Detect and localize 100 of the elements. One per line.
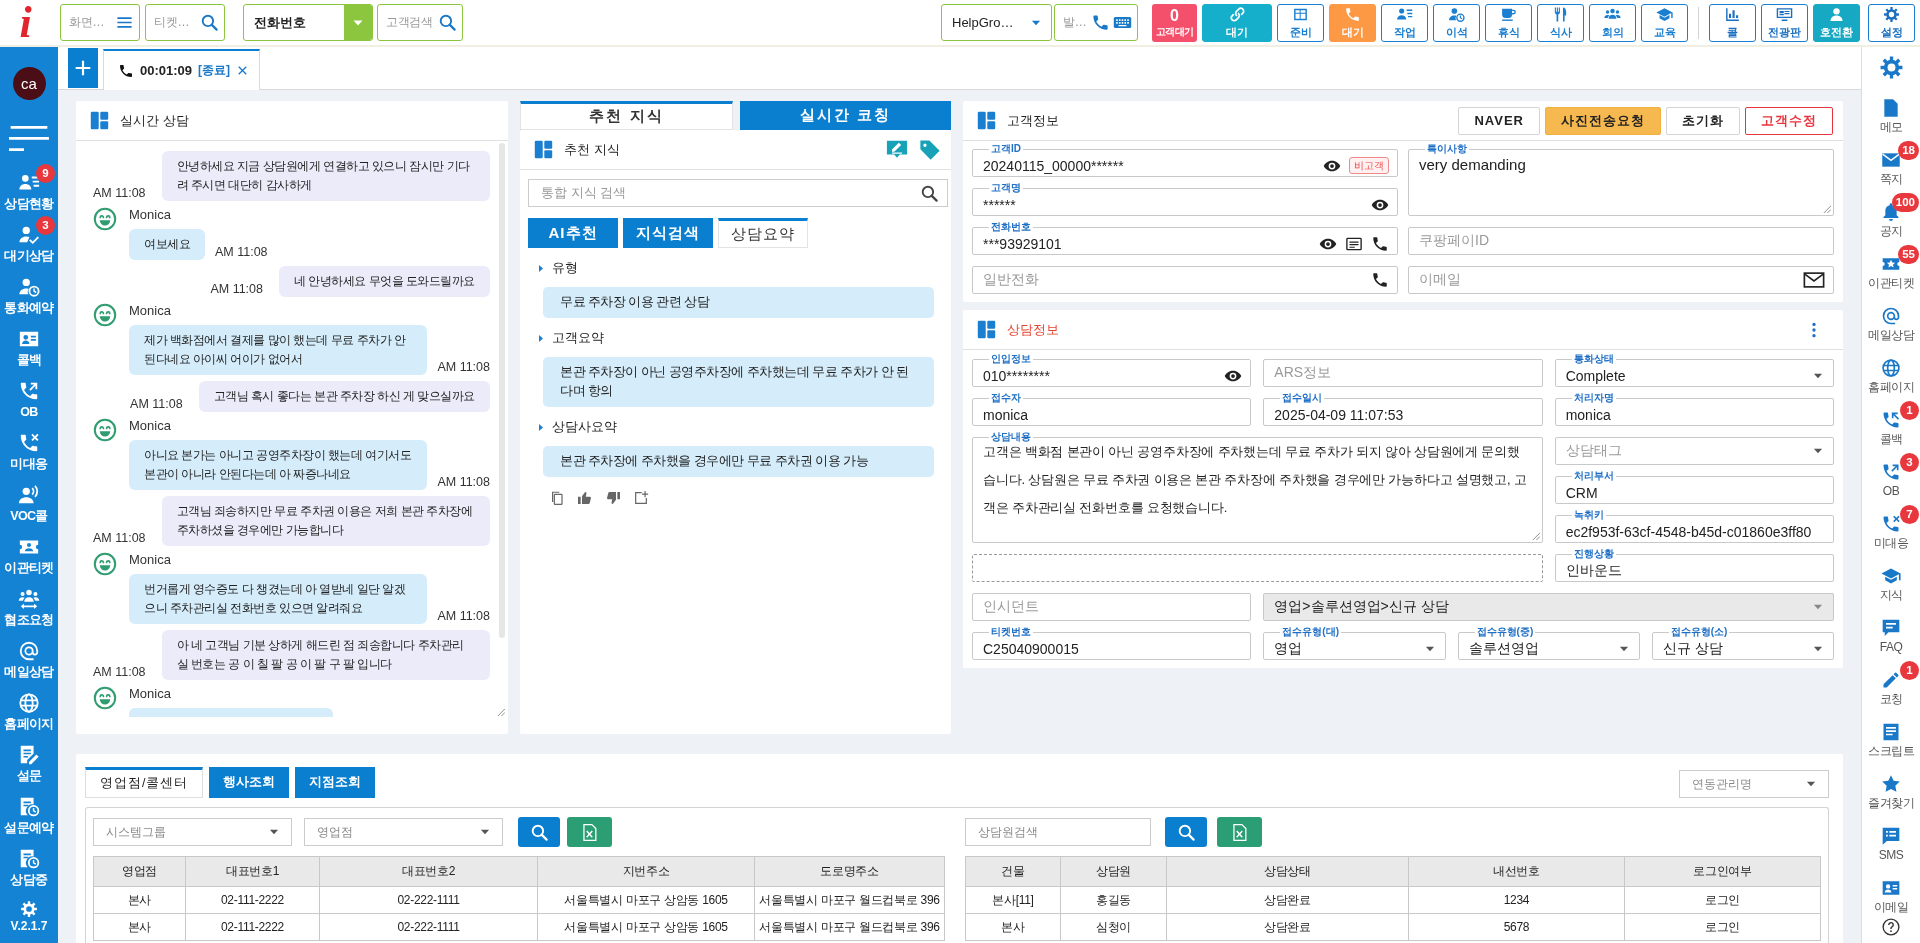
text-field[interactable]: 접수일시 2025-04-09 11:07:53 <box>1263 392 1543 426</box>
sidebar-item[interactable]: 통화예약 <box>0 268 58 316</box>
caret-right-icon[interactable] <box>538 333 544 343</box>
dropdown-field[interactable]: 통화상태 Complete <box>1554 353 1834 387</box>
resize-grip-icon[interactable] <box>1823 205 1831 213</box>
gear-icon[interactable] <box>1878 55 1904 80</box>
search-type-dropdown[interactable]: 전화번호 <box>243 4 373 41</box>
sidebar-item[interactable]: 쪽지 18 <box>1862 141 1920 186</box>
resize-grip-icon[interactable] <box>497 708 505 716</box>
text-field[interactable]: 처리부서 CRM <box>1554 470 1834 504</box>
textarea-field[interactable]: 상담내용 고객은 백화점 본관이 아닌 공영주차장에 주차했는데 무료 주차가 되지 않아 상담원에게 문의했습니다. 상담원은 무료 주차권 이용은 본관 주차장에 주차했을 경우에만 가능하다고 설명했고, 고객은 주차관리실 전화번호를 요청했습니다. <box>972 431 1543 543</box>
status-button[interactable]: 교육 <box>1641 3 1688 42</box>
text-field[interactable]: 진행상황 인바운드 <box>1554 548 1834 582</box>
sidebar-item[interactable]: 공지 100 <box>1862 193 1920 238</box>
search-icon[interactable] <box>920 183 939 203</box>
sidebar-item[interactable]: 미대응 7 <box>1862 505 1920 550</box>
text-field[interactable]: 전화번호 ***93929101 <box>972 221 1398 255</box>
sidebar-item[interactable]: 스크립트 <box>1862 713 1920 758</box>
column-header[interactable]: 건물 <box>965 856 1061 887</box>
spreadsheet-button[interactable] <box>1217 817 1262 847</box>
sidebar-item[interactable]: OB <box>0 372 58 420</box>
column-header[interactable]: 내선번호 <box>1408 856 1625 887</box>
header-button[interactable]: 사진전송요청 <box>1545 106 1661 135</box>
sidebar-item[interactable]: 지식 <box>1862 557 1920 602</box>
sidebar-item[interactable]: 미대응 <box>0 424 58 472</box>
search-icon[interactable] <box>438 13 457 32</box>
search-icon[interactable] <box>200 13 219 32</box>
dropdown-field[interactable]: 접수유형(대) 영업 <box>1263 626 1446 660</box>
mail-icon[interactable] <box>1803 269 1825 291</box>
panel-tab[interactable]: 지점조회 <box>295 767 376 798</box>
status-button[interactable]: 이석 <box>1433 3 1480 42</box>
column-header[interactable]: 상담원 <box>1060 856 1167 887</box>
tag-icon[interactable] <box>919 138 941 161</box>
thumbs-down-icon[interactable] <box>605 490 621 506</box>
dropdown-field[interactable]: 연동관리명 <box>1679 770 1829 798</box>
sidebar-item[interactable]: OB 3 <box>1862 453 1920 498</box>
sidebar-item[interactable]: 이메일 <box>1862 869 1920 914</box>
gear-icon[interactable] <box>20 900 38 918</box>
sidebar-item[interactable]: 콜백 <box>0 320 58 368</box>
user-avatar[interactable]: ca <box>12 67 46 100</box>
sidebar-item[interactable]: 메모 <box>1862 89 1920 134</box>
sidebar-item[interactable]: 홈페이지 <box>1862 349 1920 394</box>
column-header[interactable]: 상담상태 <box>1166 856 1409 887</box>
search-button[interactable] <box>518 817 560 847</box>
sidebar-item[interactable]: 콜백 1 <box>1862 401 1920 446</box>
sub-tab[interactable]: AI추천 <box>528 218 618 248</box>
column-header[interactable]: 지번주소 <box>537 856 755 887</box>
panel-tab[interactable]: 영업점/콜센터 <box>85 767 204 798</box>
text-field[interactable]: 고객명 ****** <box>972 182 1398 216</box>
column-header[interactable]: 대표번호1 <box>185 856 320 887</box>
sidebar-item[interactable]: 이관티켓 <box>0 528 58 576</box>
search-field[interactable]: 상담원검색 <box>965 818 1151 846</box>
text-field[interactable]: 접수자 monica <box>972 392 1252 426</box>
toolbar-button[interactable]: 콜 <box>1709 3 1756 42</box>
status-button[interactable]: 작업 <box>1381 3 1428 42</box>
copy-icon[interactable] <box>549 490 565 506</box>
text-field[interactable]: 처리자명 monica <box>1554 392 1834 426</box>
thumbs-up-icon[interactable] <box>577 490 593 506</box>
sidebar-item[interactable]: 이관티켓 55 <box>1862 245 1920 290</box>
status-button[interactable]: 휴식 <box>1485 3 1532 42</box>
sidebar-item[interactable]: FAQ <box>1862 609 1920 654</box>
search-button[interactable] <box>1165 817 1207 847</box>
sidebar-item[interactable]: 협조요청 <box>0 580 58 628</box>
sidebar-item[interactable]: 메일상담 <box>1862 297 1920 342</box>
phone-icon[interactable] <box>1371 271 1389 289</box>
text-field[interactable]: 고객ID 20240115_00000****** 비고객 <box>972 143 1398 177</box>
sidebar-item[interactable]: 즐겨찾기 <box>1862 765 1920 810</box>
panel-tab[interactable]: 실시간 코칭 <box>740 101 951 130</box>
panel-tab[interactable]: 추천 지식 <box>520 101 733 130</box>
sidebar-item[interactable]: 메일상담 <box>0 632 58 680</box>
column-header[interactable]: 도로명주소 <box>754 856 945 887</box>
sidebar-item[interactable]: 설문 <box>0 736 58 784</box>
textarea-field[interactable]: 특이사항 very demanding <box>1408 143 1834 216</box>
add-box-icon[interactable] <box>633 490 649 506</box>
panel-tab[interactable]: 행사조회 <box>209 767 290 798</box>
dropdown-field[interactable]: 접수유형(소) 신규 상담 <box>1651 626 1834 660</box>
spreadsheet-button[interactable] <box>567 817 612 847</box>
sub-tab[interactable]: 지식검색 <box>623 218 713 248</box>
status-button[interactable]: 회의 <box>1589 3 1636 42</box>
group-dropdown[interactable]: HelpGro… <box>941 4 1052 41</box>
sidebar-item[interactable]: 코칭 1 <box>1862 661 1920 706</box>
caret-right-icon[interactable] <box>538 263 544 273</box>
text-field[interactable]: 티켓번호 C25040900015 <box>972 626 1252 660</box>
dropdown-field[interactable]: 접수유형(중) 솔루션영업 <box>1457 626 1640 660</box>
resize-grip-icon[interactable] <box>1531 532 1540 540</box>
settings-button[interactable]: 설정 <box>1868 3 1915 42</box>
text-field[interactable]: 녹취키 ec2f953f-63cf-4548-b45d-c01860e3ff80 <box>1554 509 1834 543</box>
phone-icon[interactable] <box>1371 234 1389 253</box>
sidebar-item[interactable]: 상담중 <box>0 840 58 888</box>
sidebar-item[interactable]: VOC콜 <box>0 476 58 524</box>
column-header[interactable]: 대표번호2 <box>319 856 538 887</box>
header-button[interactable]: 고객수정 <box>1745 106 1833 135</box>
column-header[interactable]: 로그인여부 <box>1624 856 1821 887</box>
status-button[interactable]: 준비 <box>1277 3 1324 42</box>
add-tab-button[interactable] <box>68 48 98 88</box>
column-header[interactable]: 영업점 <box>93 856 186 887</box>
sidebar-item[interactable]: 설문예약 <box>0 788 58 836</box>
header-button[interactable]: 초기화 <box>1666 106 1740 135</box>
caret-right-icon[interactable] <box>538 422 544 432</box>
header-button[interactable]: NAVER <box>1458 106 1540 135</box>
